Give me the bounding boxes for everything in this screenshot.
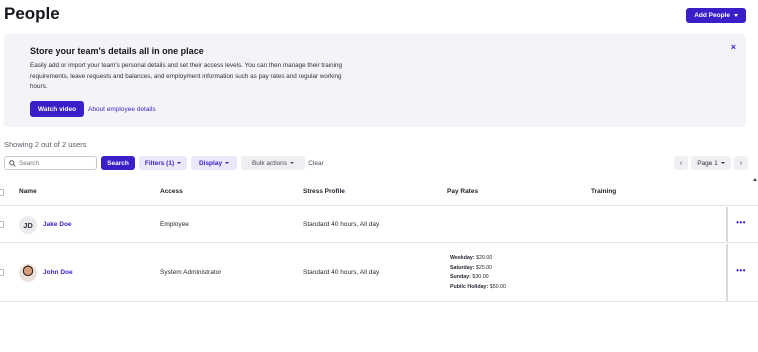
access-cell: Employee	[160, 221, 189, 228]
table-row[interactable]: JD Jake Doe Employee Standard 40 hours, …	[0, 207, 758, 243]
employee-name-link[interactable]: Jake Doe	[43, 221, 72, 228]
search-input[interactable]	[19, 159, 89, 167]
more-icon[interactable]: •••	[736, 266, 746, 275]
display-label: Display	[198, 159, 223, 167]
more-icon[interactable]: •••	[736, 218, 746, 227]
stress-profile-cell: Standard 40 hours, All day	[303, 221, 380, 228]
search-button[interactable]: Search	[101, 156, 135, 170]
avatar	[19, 264, 37, 282]
info-banner: Store your team's details all in one pla…	[4, 34, 746, 127]
bulk-actions-label: Bulk actions	[251, 159, 288, 167]
chevron-down-icon	[734, 14, 738, 17]
results-count: Showing 2 out of 2 users	[4, 140, 87, 149]
column-header-access[interactable]: Access	[160, 188, 183, 195]
select-all-checkbox[interactable]	[0, 189, 4, 196]
add-people-label: Add People	[694, 12, 730, 19]
page-label: Page 1	[697, 159, 718, 167]
table-row[interactable]: John Doe System Administrator Standard 4…	[0, 244, 758, 302]
avatar: JD	[19, 216, 37, 234]
toolbar: Search Filters (1) Display Bulk actions …	[4, 156, 748, 170]
page-title: People	[4, 4, 60, 23]
access-cell: System Administrator	[160, 269, 222, 276]
row-divider	[726, 207, 728, 242]
banner-text: Easily add or import your team's persona…	[30, 62, 343, 90]
column-header-stress-profile[interactable]: Stress Profile	[303, 188, 345, 195]
bulk-actions-button[interactable]: Bulk actions	[241, 156, 305, 170]
row-checkbox[interactable]	[0, 269, 4, 276]
about-employee-details-link[interactable]: About employee details	[88, 106, 156, 113]
pay-rate-line: Public Holiday: $50.00	[450, 283, 506, 290]
column-header-pay-rates[interactable]: Pay Rates	[447, 188, 478, 195]
search-icon	[9, 159, 16, 167]
add-people-button[interactable]: Add People	[686, 8, 746, 23]
watch-video-button[interactable]: Watch video	[30, 101, 85, 117]
page-select[interactable]: Page 1	[691, 156, 731, 170]
table-header: Name Access Stress Profile Pay Rates Tra…	[0, 180, 758, 206]
pay-rate-line: Saturday: $25.00	[450, 264, 493, 271]
row-checkbox[interactable]	[0, 221, 4, 228]
filters-button[interactable]: Filters (1)	[139, 156, 187, 170]
row-divider	[726, 244, 728, 301]
pay-rate-line: Sunday: $30.00	[450, 274, 489, 280]
banner-title: Store your team's details all in one pla…	[30, 46, 204, 56]
column-header-name[interactable]: Name	[19, 188, 37, 195]
chevron-down-icon	[720, 162, 725, 164]
search-field[interactable]	[4, 156, 97, 170]
chevron-down-icon	[290, 162, 295, 164]
pay-rates-cell: Weekday: $20.00 Saturday: $25.00 Sunday:…	[450, 254, 506, 292]
chevron-left-icon[interactable]: ‹	[674, 156, 688, 170]
employee-name-link[interactable]: John Doe	[43, 269, 73, 276]
filters-label: Filters (1)	[144, 159, 175, 167]
pagination: ‹ Page 1 ›	[674, 156, 748, 170]
chevron-down-icon	[177, 162, 182, 164]
chevron-down-icon	[225, 162, 230, 164]
column-header-training[interactable]: Training	[591, 188, 616, 195]
stress-profile-cell: Standard 40 hours, All day	[303, 269, 380, 276]
close-icon[interactable]: ×	[731, 42, 736, 52]
pay-rate-line: Weekday: $20.00	[450, 255, 493, 261]
chevron-right-icon[interactable]: ›	[734, 156, 748, 170]
display-button[interactable]: Display	[191, 156, 237, 170]
clear-button[interactable]: Clear	[305, 156, 327, 170]
